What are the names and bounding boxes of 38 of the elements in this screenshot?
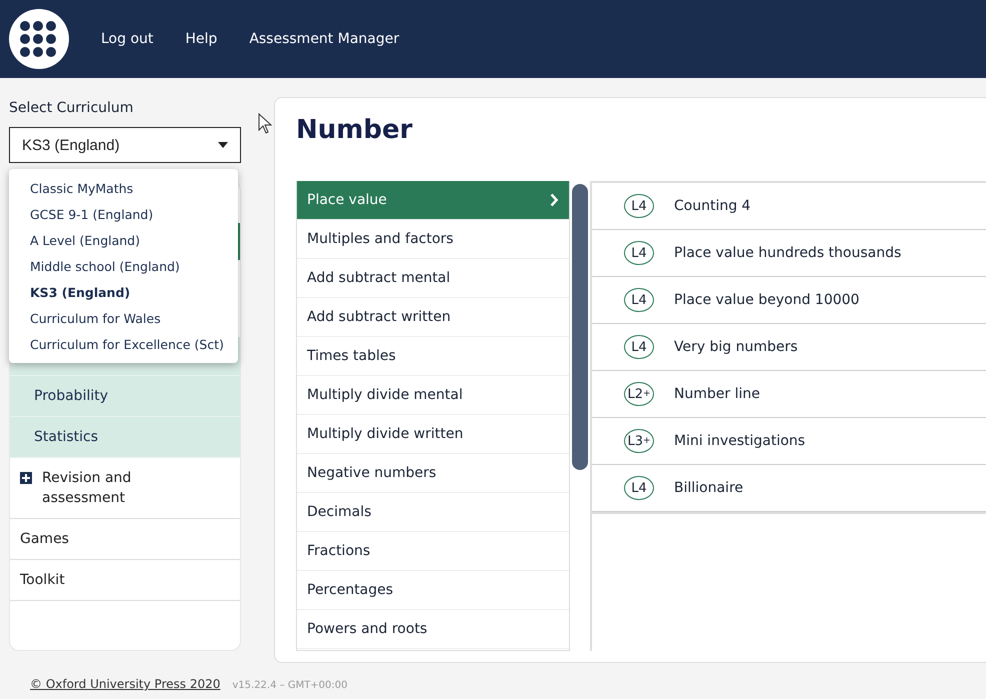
- dropdown-option[interactable]: Curriculum for Excellence (Sct): [9, 331, 238, 357]
- dropdown-option[interactable]: GCSE 9-1 (England): [9, 201, 238, 227]
- lesson-item[interactable]: L3$^{+}$ Mini investigations: [592, 418, 986, 465]
- level-badge: L4: [624, 288, 654, 312]
- nav-link[interactable]: Help: [185, 31, 218, 47]
- sidebar-item[interactable]: Statistics: [10, 417, 240, 458]
- lesson-item[interactable]: L4 Place value beyond 10000: [592, 277, 986, 324]
- scrollbar-thumb[interactable]: [572, 184, 588, 470]
- lesson-item[interactable]: L4 Billionaire: [592, 465, 986, 512]
- lesson-item[interactable]: L4 Very big numbers: [592, 324, 986, 371]
- logo-icon: [9, 9, 69, 69]
- level-badge: L4: [624, 476, 654, 500]
- nav-link[interactable]: Log out: [101, 31, 154, 47]
- dropdown-option[interactable]: KS3 (England): [9, 279, 238, 305]
- nav-link[interactable]: Assessment Manager: [249, 31, 400, 47]
- lesson-item[interactable]: L2$^{+}$ Number line: [592, 371, 986, 418]
- sidebar-item[interactable]: Probability: [10, 376, 240, 417]
- field-label: Select Curriculum: [9, 100, 134, 116]
- expand-icon: [20, 472, 32, 484]
- copyright-link[interactable]: © Oxford University Press 2020: [30, 677, 220, 691]
- cursor-icon: [258, 113, 272, 134]
- dropdown-option[interactable]: Classic MyMaths: [9, 175, 238, 201]
- topic-item[interactable]: Place value: [297, 181, 569, 220]
- caret-icon: [218, 142, 228, 148]
- level-badge: L2$^{+}$: [624, 382, 654, 406]
- chevron-icon: [550, 193, 559, 207]
- level-badge: L3$^{+}$: [624, 429, 654, 453]
- dropdown-option[interactable]: A Level (England): [9, 227, 238, 253]
- lesson-item[interactable]: L4 Counting 4: [592, 183, 986, 230]
- level-badge: L4: [624, 335, 654, 359]
- version-text: v15.22.4 – GMT+00:00: [232, 680, 348, 691]
- dropdown-option[interactable]: Curriculum for Wales: [9, 305, 238, 331]
- level-badge: L4: [624, 241, 654, 265]
- curriculum-select[interactable]: KS3 (England): [9, 127, 241, 163]
- page-title: Number: [296, 115, 414, 147]
- lesson-item[interactable]: L4 Place value hundreds thousands: [592, 230, 986, 277]
- dropdown-option[interactable]: Middle school (England): [9, 253, 238, 279]
- level-badge: L4: [624, 194, 654, 218]
